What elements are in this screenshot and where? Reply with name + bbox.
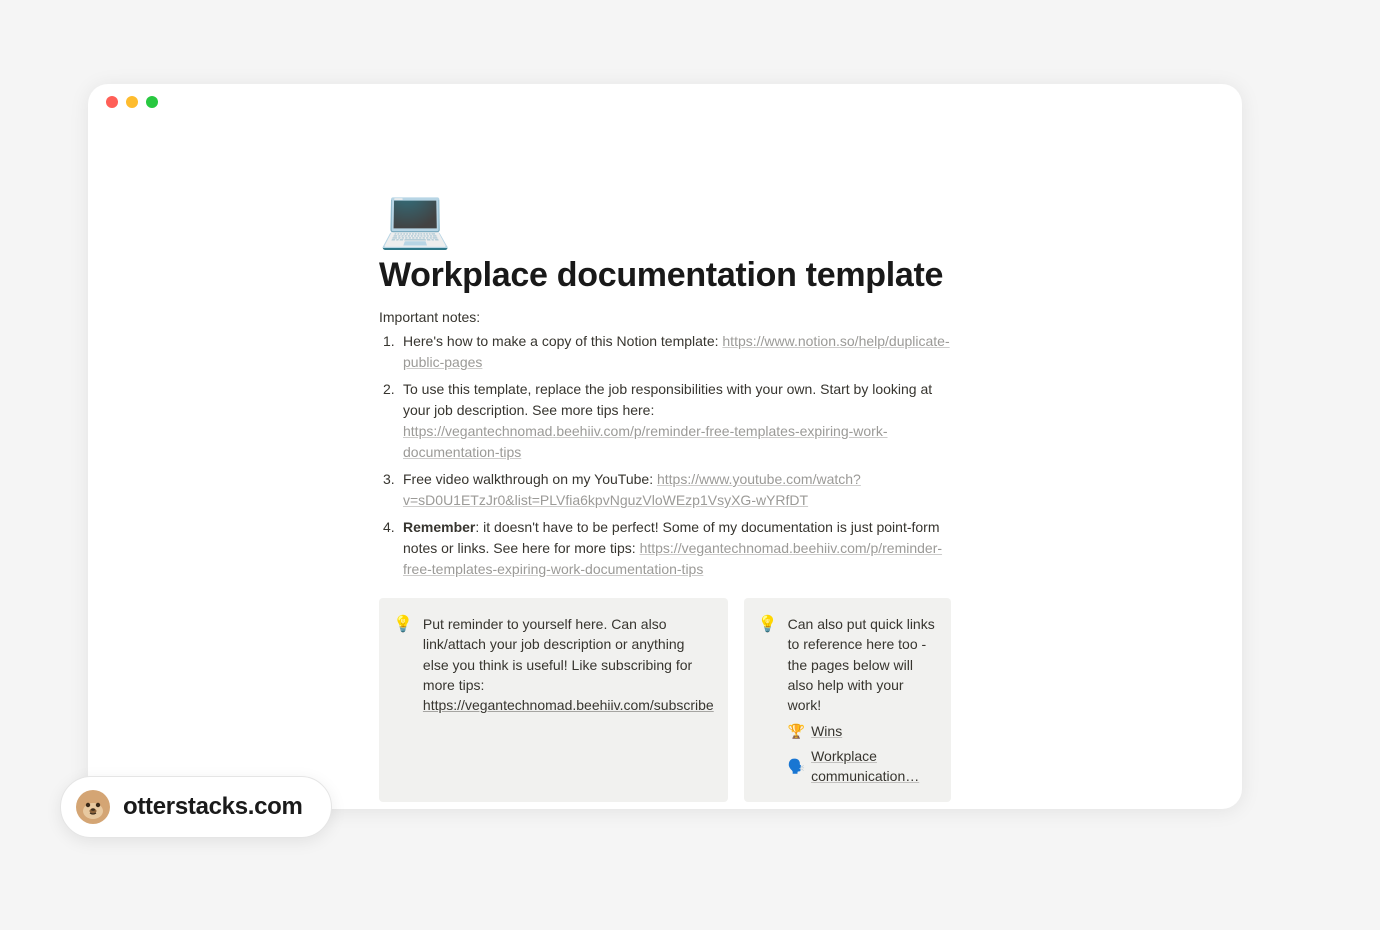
list-item: To use this template, replace the job re… [379, 379, 951, 463]
maximize-window-button[interactable] [146, 96, 158, 108]
speaking-head-icon: 🗣️ [788, 756, 805, 776]
callout-body: Can also put quick links to reference he… [788, 614, 937, 786]
callout-link[interactable]: https://vegantechnomad.beehiiv.com/subsc… [423, 697, 714, 713]
callouts-row: 💡 Put reminder to yourself here. Can als… [379, 598, 951, 802]
watermark-badge[interactable]: otterstacks.com [60, 776, 332, 838]
lightbulb-icon: 💡 [758, 614, 778, 786]
otter-icon [75, 789, 111, 825]
quick-link-wins[interactable]: 🏆 Wins [788, 721, 937, 741]
note-bold: Remember [403, 519, 475, 535]
note-text: To use this template, replace the job re… [403, 381, 932, 418]
callout-text: Can also put quick links to reference he… [788, 616, 935, 713]
note-link[interactable]: https://vegantechnomad.beehiiv.com/p/rem… [403, 423, 888, 460]
page-content: 💻 Workplace documentation template Impor… [88, 120, 1242, 809]
callout-quicklinks[interactable]: 💡 Can also put quick links to reference … [744, 598, 951, 802]
notes-list: Here's how to make a copy of this Notion… [379, 331, 951, 580]
trophy-icon: 🏆 [788, 721, 805, 741]
watermark-text: otterstacks.com [123, 793, 303, 821]
callout-text: Put reminder to yourself here. Can also … [423, 616, 692, 693]
page-title[interactable]: Workplace documentation template [379, 256, 951, 295]
list-item: Remember: it doesn't have to be perfect!… [379, 517, 951, 580]
intro-label: Important notes: [379, 309, 951, 325]
quick-link-label: Workplace communication… [811, 746, 937, 787]
list-item: Free video walkthrough on my YouTube: ht… [379, 469, 951, 511]
quick-link-communication[interactable]: 🗣️ Workplace communication… [788, 746, 937, 787]
callout-reminder[interactable]: 💡 Put reminder to yourself here. Can als… [379, 598, 728, 802]
app-window: 💻 Workplace documentation template Impor… [88, 84, 1242, 809]
note-text: Here's how to make a copy of this Notion… [403, 333, 722, 349]
close-window-button[interactable] [106, 96, 118, 108]
note-text: Free video walkthrough on my YouTube: [403, 471, 657, 487]
callout-body: Put reminder to yourself here. Can also … [423, 614, 714, 786]
page-icon[interactable]: 💻 [379, 190, 951, 248]
minimize-window-button[interactable] [126, 96, 138, 108]
list-item: Here's how to make a copy of this Notion… [379, 331, 951, 373]
quick-link-label: Wins [811, 721, 842, 741]
titlebar [88, 84, 1242, 120]
lightbulb-icon: 💡 [393, 614, 413, 786]
